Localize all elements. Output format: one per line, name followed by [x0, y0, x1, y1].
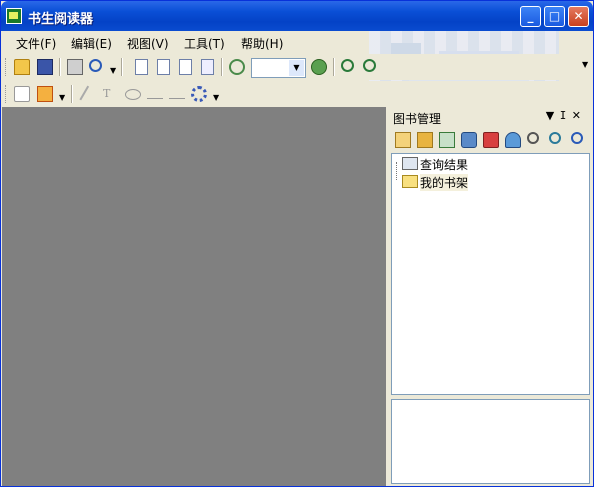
page-fit-icon[interactable]: [179, 59, 192, 75]
user-icon[interactable]: [505, 132, 521, 148]
comment-icon[interactable]: [14, 86, 30, 102]
toolbar-grip[interactable]: [5, 58, 9, 76]
panel-controls: ▼ⵊ✕: [546, 109, 587, 122]
tree-item-search-results[interactable]: 查询结果: [420, 156, 468, 173]
settings-gear-icon[interactable]: [191, 86, 207, 102]
close-button[interactable]: ✕: [568, 6, 589, 27]
folder-icon: [402, 175, 418, 188]
pencil-icon[interactable]: [79, 85, 93, 103]
zoom-out-icon[interactable]: [363, 59, 376, 72]
zoom-out-circle-icon[interactable]: [229, 59, 245, 75]
text-tool-icon[interactable]: T: [103, 86, 119, 102]
open-folder-icon[interactable]: [417, 132, 433, 148]
arrow-line-tool-icon[interactable]: [169, 89, 185, 99]
maximize-button[interactable]: □: [544, 6, 565, 27]
library-tree: 查询结果 我的书架: [391, 153, 590, 395]
menu-help[interactable]: 帮助(H): [241, 35, 283, 52]
document-view-area[interactable]: [2, 107, 386, 486]
refresh-icon[interactable]: [439, 132, 455, 148]
app-window: 书生阅读器 _ □ ✕ 文件(F) 编辑(E) 视图(V) 工具(T) 帮助(H…: [0, 0, 594, 487]
panel-toolbar: [391, 129, 591, 153]
toolbar-grip[interactable]: [5, 85, 9, 103]
toolbar-overflow-icon[interactable]: ▼: [582, 60, 589, 69]
search-icon[interactable]: [527, 132, 539, 144]
panel-title: 图书管理: [393, 112, 442, 126]
chevron-down-icon[interactable]: ▼: [59, 93, 66, 102]
search-options-icon[interactable]: [571, 132, 583, 144]
ellipse-tool-icon[interactable]: [125, 89, 141, 100]
open-folder-icon[interactable]: [14, 59, 30, 75]
highlight-icon[interactable]: [37, 86, 53, 102]
find-icon[interactable]: [89, 59, 102, 72]
page-double-icon[interactable]: [157, 59, 170, 75]
advanced-search-icon[interactable]: [549, 132, 561, 144]
menu-file[interactable]: 文件(F): [16, 35, 56, 52]
save-icon[interactable]: [37, 59, 53, 75]
zoom-level-combo[interactable]: ▼: [251, 58, 306, 78]
download-icon[interactable]: [483, 132, 499, 148]
panel-pin-icon[interactable]: ⵊ: [560, 109, 572, 122]
chevron-down-icon[interactable]: ▼: [289, 60, 304, 76]
title-bar[interactable]: 书生阅读器 _ □ ✕: [1, 1, 593, 31]
menu-edit[interactable]: 编辑(E): [71, 35, 112, 52]
tree-item-my-bookshelf[interactable]: 我的书架: [420, 174, 469, 191]
panel-dropdown-icon[interactable]: ▼: [546, 109, 560, 122]
chevron-down-icon[interactable]: ▼: [213, 93, 220, 102]
menu-tools[interactable]: 工具(T): [184, 35, 225, 52]
annotation-toolbar: ▼ T ▼: [1, 81, 593, 107]
details-pane: [391, 399, 590, 484]
import-icon[interactable]: [461, 132, 477, 148]
print-icon[interactable]: [67, 59, 83, 75]
zoom-in-circle-icon[interactable]: [311, 59, 327, 75]
chevron-down-icon[interactable]: ▼: [110, 66, 117, 75]
panel-close-icon[interactable]: ✕: [572, 109, 587, 122]
window-title: 书生阅读器: [28, 12, 94, 27]
app-logo-icon: [6, 8, 22, 24]
new-folder-icon[interactable]: [395, 132, 411, 148]
search-results-icon: [402, 157, 418, 170]
zoom-in-icon[interactable]: [341, 59, 354, 72]
page-single-icon[interactable]: [135, 59, 148, 75]
page-scroll-icon[interactable]: [201, 59, 214, 75]
minimize-button[interactable]: _: [520, 6, 541, 27]
line-tool-icon[interactable]: [147, 89, 163, 99]
menu-view[interactable]: 视图(V): [127, 35, 169, 52]
library-panel: 图书管理 ▼ⵊ✕ 查询结果 我的书架: [389, 107, 593, 486]
